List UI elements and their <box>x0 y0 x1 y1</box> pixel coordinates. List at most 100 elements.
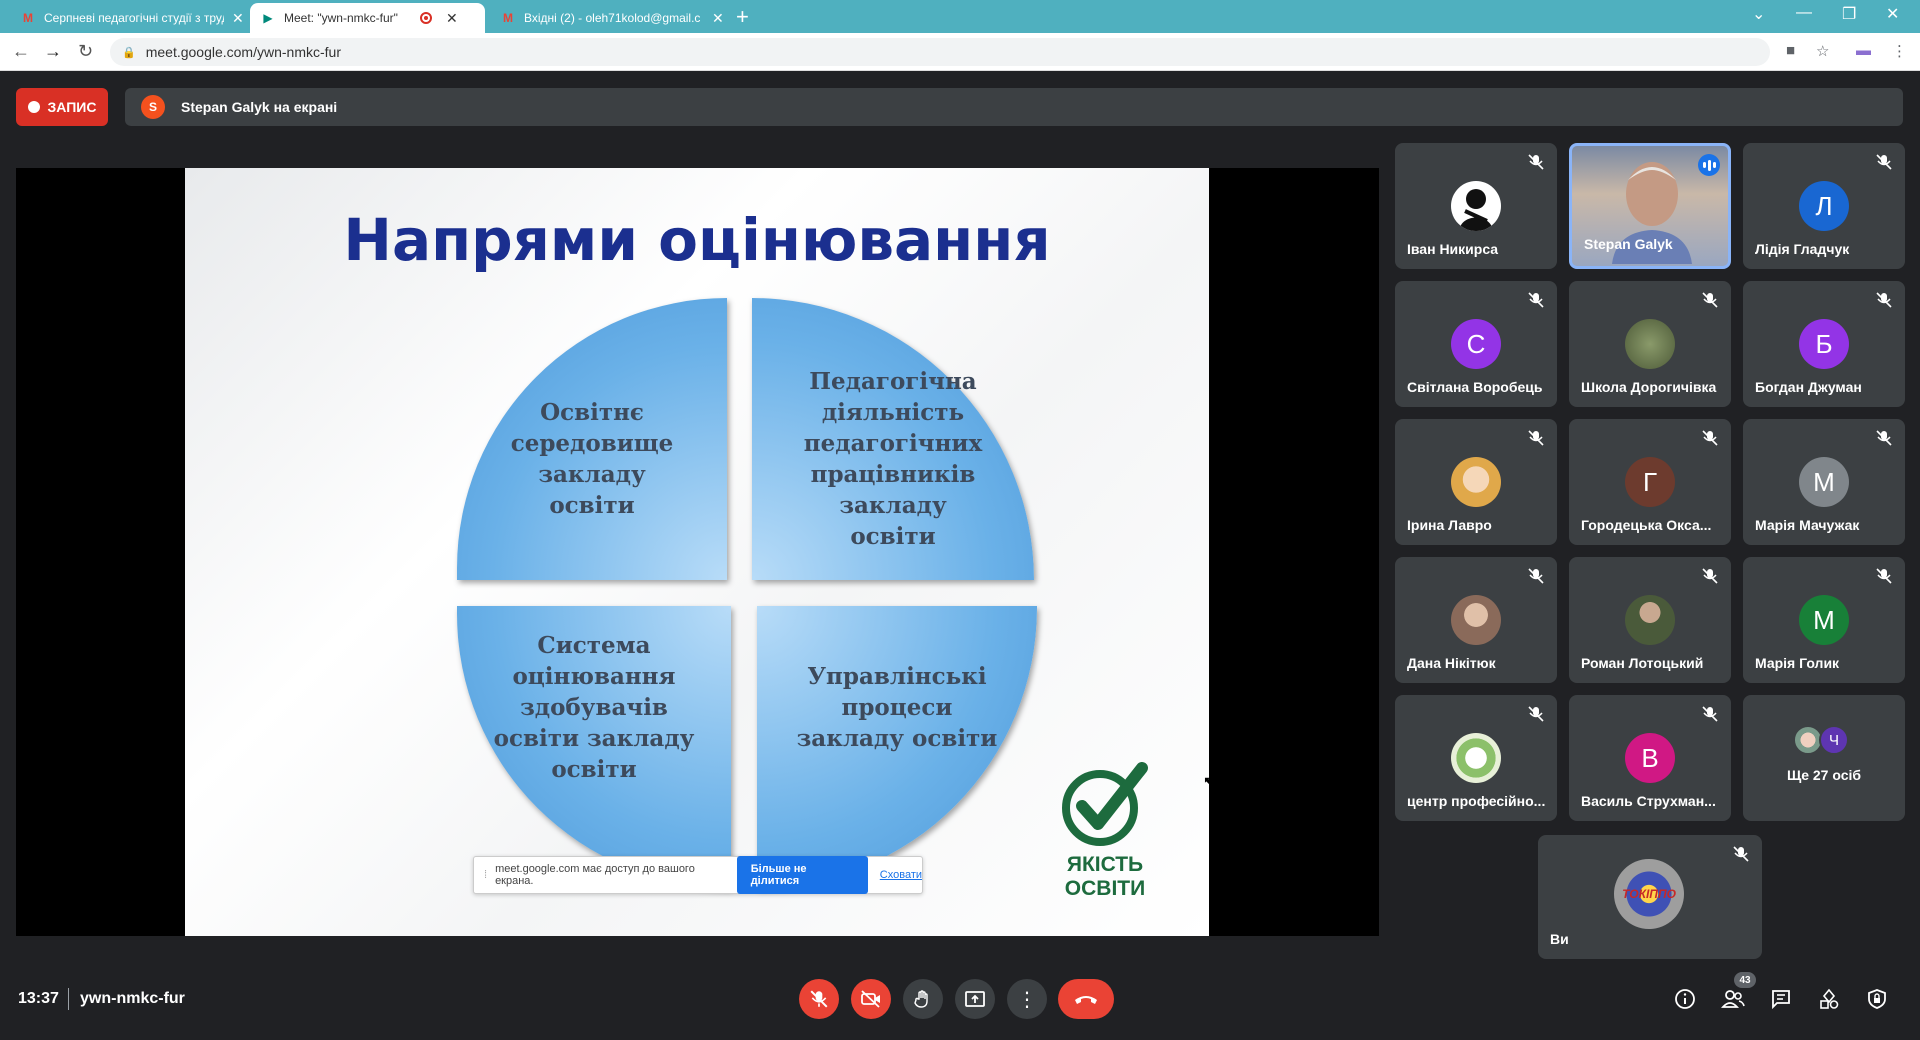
maximize-icon[interactable]: ❐ <box>1842 4 1856 24</box>
camera-off-icon <box>861 990 880 1008</box>
avatar: Б <box>1799 319 1849 369</box>
participant-tile[interactable]: М Марія Голик <box>1743 557 1905 683</box>
drag-handle-icon[interactable]: ⁞ <box>484 869 487 881</box>
menu-icon[interactable]: ⋮ <box>1892 42 1907 60</box>
quadrant-management-processes: Управлінські процеси закладу освіти <box>757 606 1037 888</box>
logo-line-1: ЯКІСТЬ <box>1066 853 1144 876</box>
participant-tile-active-speaker[interactable]: Stepan Galyk <box>1569 143 1731 269</box>
more-participants-tile[interactable]: Ч Ще 27 осіб <box>1743 695 1905 821</box>
camera-icon[interactable]: ■ <box>1786 42 1795 59</box>
participant-tile[interactable]: Іван Никирса <box>1395 143 1557 269</box>
participant-tile[interactable]: М Марія Мачужак <box>1743 419 1905 545</box>
chat-button[interactable] <box>1768 986 1794 1012</box>
activities-icon <box>1820 988 1839 1009</box>
mic-off-icon <box>1876 154 1892 170</box>
speaking-indicator-icon <box>1698 154 1720 176</box>
participant-tile[interactable]: Л Лідія Гладчук <box>1743 143 1905 269</box>
extension-icon[interactable]: ▬ <box>1856 42 1871 59</box>
participant-name: Іван Никирса <box>1407 241 1499 257</box>
browser-tab-bar: M Серпневі педагогічні студії з труд ✕ ▶… <box>0 0 1920 33</box>
meeting-details-button[interactable] <box>1672 986 1698 1012</box>
back-icon[interactable]: ← <box>12 41 30 62</box>
participant-name: Світлана Воробець <box>1407 379 1543 395</box>
avatar: С <box>1451 319 1501 369</box>
activities-button[interactable] <box>1816 986 1842 1012</box>
host-controls-button[interactable] <box>1864 986 1890 1012</box>
close-icon[interactable]: ✕ <box>712 10 724 27</box>
reload-icon[interactable]: ↻ <box>78 41 93 62</box>
participant-name: Ви <box>1550 931 1569 947</box>
recording-icon <box>420 12 432 24</box>
avatar <box>1625 319 1675 369</box>
window-close-icon[interactable]: ✕ <box>1886 4 1899 24</box>
participants-button[interactable] <box>1720 986 1746 1012</box>
mic-off-icon <box>1702 568 1718 584</box>
quadrant-text: Педагогічна діяльність педагогічних прац… <box>803 368 983 550</box>
avatar <box>1451 457 1501 507</box>
forward-icon[interactable]: → <box>44 41 62 62</box>
mic-off-icon <box>1733 846 1749 862</box>
participant-tile[interactable]: Г Городецька Окса... <box>1569 419 1731 545</box>
new-tab-button[interactable]: + <box>736 4 749 30</box>
more-options-button[interactable]: ⋮ <box>1007 979 1047 1019</box>
participant-name: Дана Нікітюк <box>1407 655 1496 671</box>
gmail-icon: M <box>23 11 33 25</box>
participant-tile[interactable]: Ірина Лавро <box>1395 419 1557 545</box>
participant-tile[interactable]: Б Богдан Джуман <box>1743 281 1905 407</box>
quadrant-assessment-system: Система оцінювання здобувачів освіти зак… <box>457 606 731 888</box>
tab-gmail-studii[interactable]: M Серпневі педагогічні студії з труд ✕ <box>10 3 254 33</box>
participant-tile[interactable]: Роман Лотоцький <box>1569 557 1731 683</box>
mic-toggle-button[interactable] <box>799 979 839 1019</box>
logo-line-2: ОСВІТИ <box>1064 877 1146 900</box>
shield-lock-icon <box>1868 989 1886 1009</box>
close-icon[interactable]: ✕ <box>232 10 244 27</box>
quality-logo: ЯКІСТЬ ОСВІТИ <box>1055 758 1155 901</box>
stop-sharing-button[interactable]: Більше не ділитися <box>736 856 868 894</box>
participants-count-badge: 43 <box>1734 972 1756 988</box>
mic-off-icon <box>1528 292 1544 308</box>
close-icon[interactable]: ✕ <box>446 10 458 27</box>
raise-hand-button[interactable] <box>903 979 943 1019</box>
mic-off-icon <box>1528 568 1544 584</box>
participant-tile[interactable]: С Світлана Воробець <box>1395 281 1557 407</box>
mic-off-icon <box>1528 706 1544 722</box>
participant-tile[interactable]: В Василь Струхман... <box>1569 695 1731 821</box>
mic-off-icon <box>1876 430 1892 446</box>
mic-off-icon <box>1702 292 1718 308</box>
quadrant-pedagogical-activity: Педагогічна діяльність педагогічних прац… <box>752 298 1034 580</box>
participant-tile[interactable]: Школа Дорогичівка <box>1569 281 1731 407</box>
mic-off-icon <box>810 990 828 1008</box>
url-text: meet.google.com/ywn-nmkc-fur <box>145 44 341 60</box>
tab-meet[interactable]: ▶ Meet: "ywn-nmkc-fur" ✕ <box>250 3 485 33</box>
minimize-icon[interactable]: — <box>1796 4 1812 22</box>
bookmark-star-icon[interactable]: ☆ <box>1816 42 1829 60</box>
lock-icon: 🔒 <box>122 46 136 59</box>
mouse-cursor-icon: ⬉ <box>1203 773 1215 789</box>
camera-toggle-button[interactable] <box>851 979 891 1019</box>
mic-off-icon <box>1876 568 1892 584</box>
mic-off-icon <box>1876 292 1892 308</box>
participant-name: Марія Мачужак <box>1755 517 1860 533</box>
record-dot-icon <box>27 101 40 113</box>
participant-tile[interactable]: Дана Нікітюк <box>1395 557 1557 683</box>
present-screen-button[interactable] <box>955 979 995 1019</box>
self-tile[interactable]: ТОКІППО Ви <box>1538 835 1762 959</box>
quadrant-educational-environment: Освітнє середовище закладу освіти <box>457 298 727 580</box>
screen-share-notice: ⁞ meet.google.com має доступ до вашого е… <box>473 856 923 894</box>
tab-search-icon[interactable]: ⌄ <box>1752 4 1765 24</box>
avatar <box>1451 733 1501 783</box>
tab-title: Вхідні (2) - oleh71kolod@gmail.c <box>524 11 701 25</box>
checkmark-icon <box>1062 762 1148 846</box>
participant-name: Городецька Окса... <box>1581 517 1712 533</box>
mic-off-icon <box>1528 430 1544 446</box>
recording-badge[interactable]: ЗАПИС <box>16 88 108 126</box>
leave-call-button[interactable] <box>1058 979 1114 1019</box>
participant-name: Роман Лотоцький <box>1581 655 1704 671</box>
present-icon <box>965 991 985 1007</box>
participant-name: Богдан Джуман <box>1755 379 1862 395</box>
url-bar[interactable]: 🔒 meet.google.com/ywn-nmkc-fur <box>110 38 1770 66</box>
tab-gmail-inbox[interactable]: M Вхідні (2) - oleh71kolod@gmail.c ✕ <box>490 3 734 33</box>
participant-name: Василь Струхман... <box>1581 793 1716 809</box>
hide-link[interactable]: Сховати <box>880 869 922 881</box>
participant-tile[interactable]: центр професійно... <box>1395 695 1557 821</box>
